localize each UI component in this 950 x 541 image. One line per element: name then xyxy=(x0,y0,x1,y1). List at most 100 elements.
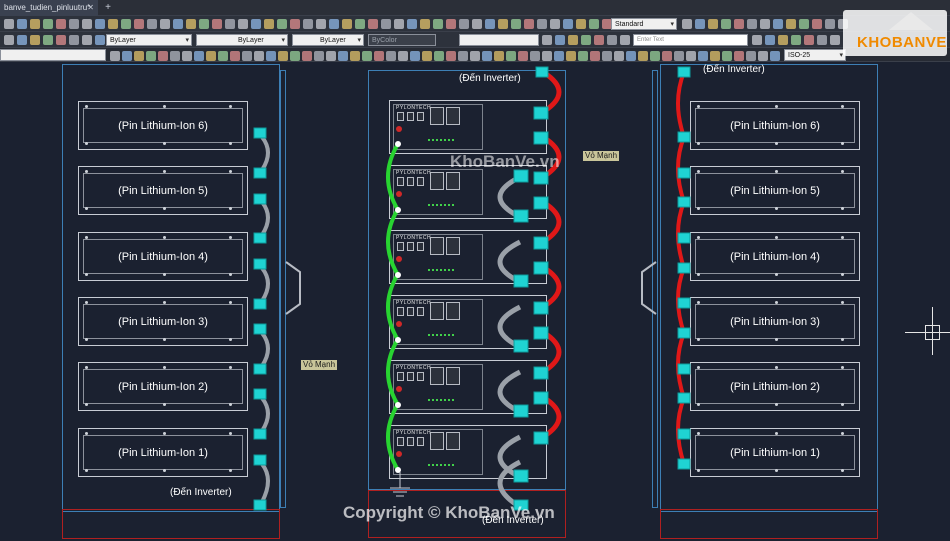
toolbar-tool-icon[interactable] xyxy=(254,51,264,61)
toolbar-tool-icon[interactable] xyxy=(446,51,456,61)
toolbar-tool-icon[interactable] xyxy=(698,51,708,61)
toolbar-tool-icon[interactable] xyxy=(446,19,456,29)
toolbar-tool-icon[interactable] xyxy=(342,19,352,29)
toolbar-tool-icon[interactable] xyxy=(264,19,274,29)
close-tab-icon[interactable]: ✕ xyxy=(87,0,94,16)
toolbar-tool-icon[interactable] xyxy=(746,51,756,61)
toolbar-tool-icon[interactable] xyxy=(773,19,783,29)
toolbar-tool-icon[interactable] xyxy=(568,35,578,45)
toolbar-tool-icon[interactable] xyxy=(95,19,105,29)
toolbar-tool-icon[interactable] xyxy=(368,19,378,29)
toolbar-tool-icon[interactable] xyxy=(550,19,560,29)
toolbar-tool-icon[interactable] xyxy=(576,19,586,29)
toolbar-tool-icon[interactable] xyxy=(589,19,599,29)
toolbar-tool-icon[interactable] xyxy=(524,19,534,29)
toolbar-tool-icon[interactable] xyxy=(620,35,630,45)
dim-style-dropdown[interactable]: ISO-25 ▾ xyxy=(784,49,846,61)
toolbar-tool-icon[interactable] xyxy=(278,51,288,61)
toolbar-tool-icon[interactable] xyxy=(277,19,287,29)
toolbar-tool-icon[interactable] xyxy=(43,19,53,29)
toolbar-tool-icon[interactable] xyxy=(69,19,79,29)
toolbar-tool-icon[interactable] xyxy=(722,51,732,61)
battery-pack[interactable]: (Pin Lithium-Ion 1) xyxy=(690,428,860,477)
toolbar-tool-icon[interactable] xyxy=(470,51,480,61)
toolbar-tool-icon[interactable] xyxy=(199,19,209,29)
toolbar-tool-icon[interactable] xyxy=(110,51,120,61)
toolbar-tool-icon[interactable] xyxy=(314,51,324,61)
toolbar-tool-icon[interactable] xyxy=(355,19,365,29)
drawing-canvas[interactable]: (Pin Lithium-Ion 6) (Pin Lithium-Ion 5) … xyxy=(0,62,950,541)
lineweight-dropdown[interactable]: ByLayer ▾ xyxy=(292,34,364,46)
toolbar-tool-icon[interactable] xyxy=(530,51,540,61)
toolbar-tool-icon[interactable] xyxy=(218,51,228,61)
toolbar-tool-icon[interactable] xyxy=(682,19,692,29)
toolbar-tool-icon[interactable] xyxy=(290,51,300,61)
toolbar-tool-icon[interactable] xyxy=(542,35,552,45)
toolbar-tool-icon[interactable] xyxy=(30,19,40,29)
toolbar-tool-icon[interactable] xyxy=(290,19,300,29)
toolbar-tool-icon[interactable] xyxy=(329,19,339,29)
battery-pack[interactable]: (Pin Lithium-Ion 5) xyxy=(690,166,860,215)
toolbar-tool-icon[interactable] xyxy=(433,19,443,29)
toolbar-tool-icon[interactable] xyxy=(747,19,757,29)
toolbar-tool-icon[interactable] xyxy=(302,51,312,61)
toolbar-tool-icon[interactable] xyxy=(542,51,552,61)
toolbar-tool-icon[interactable] xyxy=(482,51,492,61)
toolbar-tool-icon[interactable] xyxy=(830,35,840,45)
toolbar-tool-icon[interactable] xyxy=(134,19,144,29)
toolbar-tool-icon[interactable] xyxy=(434,51,444,61)
toolbar-tool-icon[interactable] xyxy=(812,19,822,29)
toolbar-tool-icon[interactable] xyxy=(765,35,775,45)
battery-pack[interactable]: (Pin Lithium-Ion 6) xyxy=(78,101,248,150)
toolbar-tool-icon[interactable] xyxy=(206,51,216,61)
toolbar-tool-icon[interactable] xyxy=(708,19,718,29)
toolbar-tool-icon[interactable] xyxy=(82,35,92,45)
workspace-dropdown[interactable] xyxy=(0,49,106,61)
toolbar-tool-icon[interactable] xyxy=(422,51,432,61)
find-text-input[interactable]: Enter Text xyxy=(633,34,748,46)
toolbar-tool-icon[interactable] xyxy=(817,35,827,45)
toolbar-tool-icon[interactable] xyxy=(760,19,770,29)
toolbar-tool-icon[interactable] xyxy=(225,19,235,29)
new-tab-button[interactable]: + xyxy=(102,0,114,16)
toolbar-tool-icon[interactable] xyxy=(537,19,547,29)
toolbar-tool-icon[interactable] xyxy=(578,51,588,61)
toolbar-tool-icon[interactable] xyxy=(410,51,420,61)
toolbar-tool-icon[interactable] xyxy=(362,51,372,61)
toolbar-tool-icon[interactable] xyxy=(607,35,617,45)
toolbar-tool-icon[interactable] xyxy=(121,19,131,29)
battery-pack[interactable]: (Pin Lithium-Ion 3) xyxy=(690,297,860,346)
toolbar-tool-icon[interactable] xyxy=(581,35,591,45)
toolbar-tool-icon[interactable] xyxy=(791,35,801,45)
toolbar-tool-icon[interactable] xyxy=(695,19,705,29)
toolbar-tool-icon[interactable] xyxy=(825,19,835,29)
toolbar-tool-icon[interactable] xyxy=(674,51,684,61)
toolbar-tool-icon[interactable] xyxy=(804,35,814,45)
toolbar-tool-icon[interactable] xyxy=(381,19,391,29)
toolbar-tool-icon[interactable] xyxy=(186,19,196,29)
toolbar-tool-icon[interactable] xyxy=(350,51,360,61)
toolbar-tool-icon[interactable] xyxy=(146,51,156,61)
toolbar-tool-icon[interactable] xyxy=(734,19,744,29)
toolbar-tool-icon[interactable] xyxy=(303,19,313,29)
toolbar-tool-icon[interactable] xyxy=(420,19,430,29)
toolbar-tool-icon[interactable] xyxy=(56,19,66,29)
toolbar-tool-icon[interactable] xyxy=(326,51,336,61)
toolbar-tool-icon[interactable] xyxy=(338,51,348,61)
toolbar-tool-icon[interactable] xyxy=(650,51,660,61)
toolbar-tool-icon[interactable] xyxy=(566,51,576,61)
toolbar-tool-icon[interactable] xyxy=(4,19,14,29)
toolbar-tool-icon[interactable] xyxy=(251,19,261,29)
toolbar-tool-icon[interactable] xyxy=(242,51,252,61)
toolbar-tool-icon[interactable] xyxy=(594,35,604,45)
toolbar-tool-icon[interactable] xyxy=(485,19,495,29)
toolbar-tool-icon[interactable] xyxy=(662,51,672,61)
text-style-dropdown[interactable]: Standard ▾ xyxy=(611,18,677,30)
toolbar-tool-icon[interactable] xyxy=(122,51,132,61)
battery-pack[interactable]: (Pin Lithium-Ion 4) xyxy=(690,232,860,281)
toolbar-tool-icon[interactable] xyxy=(710,51,720,61)
toolbar-tool-icon[interactable] xyxy=(160,19,170,29)
toolbar-tool-icon[interactable] xyxy=(799,19,809,29)
battery-pack[interactable]: (Pin Lithium-Ion 2) xyxy=(690,362,860,411)
document-tab[interactable]: banve_tudien_pinluutru* ✕ xyxy=(0,0,98,16)
